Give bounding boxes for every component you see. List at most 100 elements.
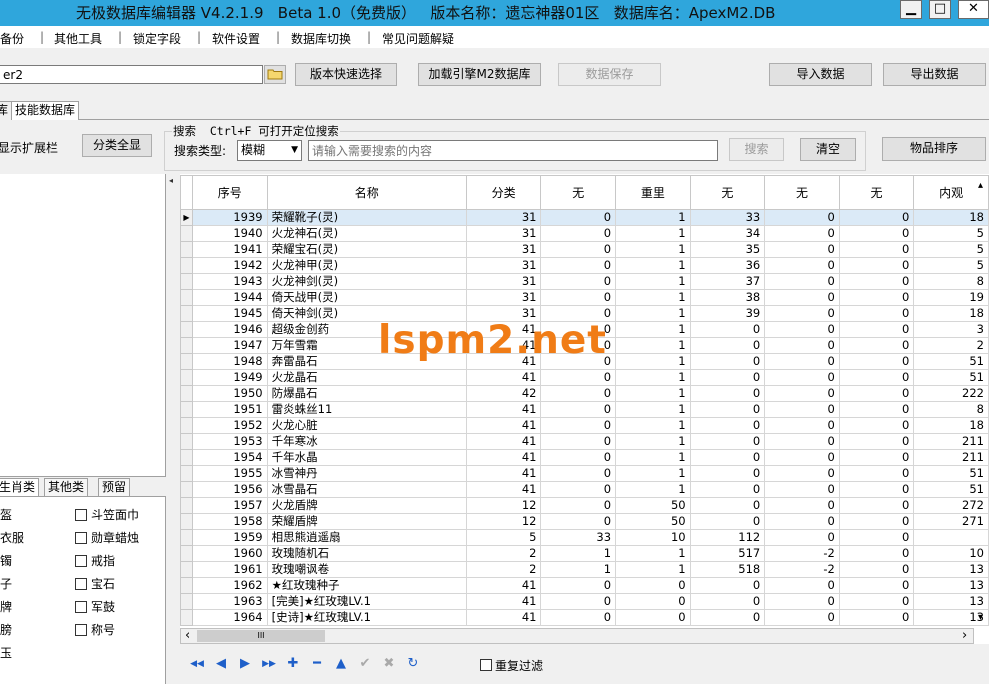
table-cell[interactable]: 0 (764, 577, 840, 594)
table-cell[interactable]: 火龙晶石 (266, 369, 467, 386)
menu-other-tools[interactable]: 其他工具 (54, 30, 102, 47)
category-label[interactable]: 子 (0, 575, 12, 592)
table-cell[interactable]: 211 (913, 449, 989, 466)
row-indicator[interactable] (180, 321, 193, 338)
table-cell[interactable]: 0 (764, 305, 840, 322)
table-cell[interactable]: 2 (913, 337, 989, 354)
table-cell[interactable]: 火龙心脏 (266, 417, 467, 434)
item-data-grid[interactable]: 序号 名称 分类无重里无无无内观 ▶ 1939 荣耀靴子(灵) 31 0 1 33 0 0 18 194… (180, 175, 989, 628)
table-row[interactable]: 1955 冰雪神丹 41 0 1 0 0 0 51 (180, 465, 989, 482)
table-cell[interactable]: 36 (689, 257, 766, 274)
table-cell[interactable]: 0 (540, 401, 617, 418)
row-indicator[interactable] (180, 369, 193, 386)
table-cell[interactable]: 0 (838, 369, 915, 386)
category-checkbox[interactable] (75, 601, 87, 613)
insert-record-icon[interactable]: ✚ (284, 656, 302, 672)
table-cell[interactable]: 0 (838, 337, 915, 354)
column-header[interactable]: 无 (764, 175, 840, 210)
table-cell[interactable]: 1 (615, 257, 691, 274)
table-cell[interactable]: 12 (465, 497, 542, 514)
search-type-select[interactable]: 模糊 ▼ (237, 140, 302, 161)
table-cell[interactable]: 0 (838, 561, 915, 578)
table-cell[interactable]: 0 (540, 433, 617, 450)
table-cell[interactable]: 272 (913, 497, 989, 514)
table-cell[interactable]: 1 (540, 561, 617, 578)
table-row[interactable]: 1956 冰雪晶石 41 0 1 0 0 0 51 (180, 481, 989, 498)
table-cell[interactable]: 2 (465, 561, 542, 578)
table-cell[interactable]: 1 (615, 401, 691, 418)
table-cell[interactable]: 0 (838, 465, 915, 482)
column-header[interactable]: 无 (540, 175, 617, 210)
table-cell[interactable]: 1941 (191, 241, 268, 258)
table-cell[interactable]: 18 (913, 305, 989, 322)
table-cell[interactable]: 41 (465, 481, 542, 498)
table-cell[interactable]: 0 (689, 321, 766, 338)
table-cell[interactable]: 防爆晶石 (266, 385, 467, 402)
table-cell[interactable]: 1 (615, 209, 691, 226)
table-cell[interactable]: 1951 (191, 401, 268, 418)
table-cell[interactable]: 13 (913, 593, 989, 610)
row-indicator[interactable] (180, 385, 193, 402)
table-cell[interactable]: 1939 (191, 209, 268, 226)
table-cell[interactable]: 冰雪神丹 (266, 465, 467, 482)
table-cell[interactable]: 1958 (191, 513, 268, 530)
close-button[interactable]: ✕ (958, 0, 989, 19)
table-cell[interactable]: 0 (689, 513, 766, 530)
table-cell[interactable]: 1 (615, 225, 691, 242)
category-checkbox[interactable] (75, 578, 87, 590)
table-cell[interactable]: 冰雪晶石 (266, 481, 467, 498)
table-cell[interactable]: 1 (615, 545, 691, 562)
table-cell[interactable]: [史诗]★红玫瑰LV.1 (266, 609, 467, 626)
table-cell[interactable]: 37 (689, 273, 766, 290)
refresh-data-icon[interactable]: ↻ (404, 656, 422, 672)
table-cell[interactable]: 1961 (191, 561, 268, 578)
table-cell[interactable]: 41 (465, 449, 542, 466)
table-cell[interactable]: 8 (913, 273, 989, 290)
table-cell[interactable]: 0 (838, 545, 915, 562)
table-cell[interactable]: 0 (764, 529, 840, 546)
table-cell[interactable]: 0 (764, 609, 840, 626)
column-header[interactable]: 重里 (615, 175, 691, 210)
table-row[interactable]: 1959 相思熊逍遥扇 5 33 10 112 0 0 (180, 529, 989, 546)
table-cell[interactable]: 0 (838, 353, 915, 370)
table-cell[interactable]: 8 (913, 401, 989, 418)
table-cell[interactable]: 33 (540, 529, 617, 546)
table-cell[interactable]: 112 (689, 529, 766, 546)
row-indicator[interactable] (180, 353, 193, 370)
category-label[interactable]: 膀 (0, 621, 12, 638)
table-cell[interactable]: 1 (615, 241, 691, 258)
table-cell[interactable]: 0 (838, 593, 915, 610)
table-cell[interactable]: 荣耀靴子(灵) (266, 209, 467, 226)
table-cell[interactable]: 0 (764, 209, 840, 226)
next-record-icon[interactable]: ▶ (236, 656, 254, 672)
table-cell[interactable]: 0 (838, 577, 915, 594)
row-indicator[interactable] (180, 513, 193, 530)
table-cell[interactable]: 41 (465, 417, 542, 434)
category-label[interactable]: 衣服 (0, 529, 24, 546)
table-row[interactable]: 1944 倚天战甲(灵) 31 0 1 38 0 0 19 (180, 289, 989, 306)
table-cell[interactable]: 荣耀盾牌 (266, 513, 467, 530)
table-row[interactable]: 1951 雷炎蛛丝11 41 0 1 0 0 0 8 (180, 401, 989, 418)
table-cell[interactable]: 518 (689, 561, 766, 578)
table-cell[interactable]: 3 (913, 321, 989, 338)
table-cell[interactable]: 火龙神石(灵) (266, 225, 467, 242)
table-row[interactable]: 1957 火龙盾牌 12 0 50 0 0 0 272 (180, 497, 989, 514)
table-cell[interactable]: 1 (615, 369, 691, 386)
table-cell[interactable]: 50 (615, 497, 691, 514)
table-cell[interactable]: 1 (615, 385, 691, 402)
db-path-input[interactable]: er2 (0, 65, 263, 84)
table-cell[interactable]: 31 (465, 209, 542, 226)
table-cell[interactable]: 火龙盾牌 (266, 497, 467, 514)
table-cell[interactable]: 1955 (191, 465, 268, 482)
table-cell[interactable]: 41 (465, 609, 542, 626)
table-row[interactable]: 1958 荣耀盾牌 12 0 50 0 0 0 271 (180, 513, 989, 530)
table-cell[interactable]: 0 (838, 273, 915, 290)
table-cell[interactable]: 41 (465, 433, 542, 450)
table-row[interactable]: 1961 玫瑰嘲讽卷 2 1 1 518 -2 0 13 (180, 561, 989, 578)
column-header[interactable]: 名称 (266, 175, 467, 210)
edit-record-icon[interactable]: ▲ (332, 656, 350, 672)
table-cell[interactable]: 1950 (191, 385, 268, 402)
table-row[interactable]: 1960 玫瑰随机石 2 1 1 517 -2 0 10 (180, 545, 989, 562)
row-indicator[interactable] (180, 497, 193, 514)
table-cell[interactable]: 41 (465, 465, 542, 482)
